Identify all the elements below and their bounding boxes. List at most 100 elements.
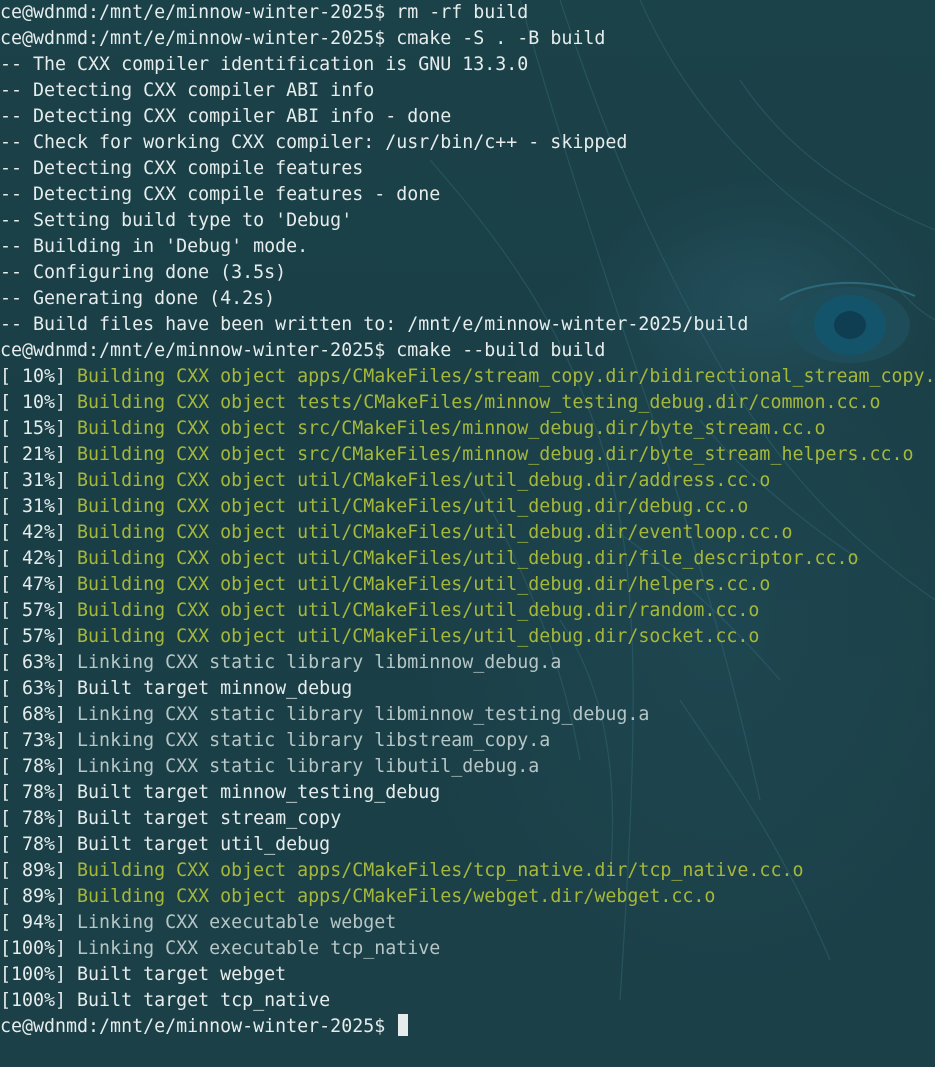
output-text: -- Build files have been written to: /mn… <box>0 314 749 335</box>
terminal-line: [ 68%] Linking CXX static library libmin… <box>0 702 935 728</box>
terminal-line: [ 89%] Building CXX object apps/CMakeFil… <box>0 858 935 884</box>
output-text: Building CXX object apps/CMakeFiles/webg… <box>77 886 716 907</box>
progress-prefix: [ 94%] <box>0 912 78 933</box>
progress-prefix: [ 78%] <box>0 782 78 803</box>
terminal-line: ce@wdnmd:/mnt/e/minnow-winter-2025$ cmak… <box>0 26 935 52</box>
output-text: Built target minnow_testing_debug <box>77 782 441 803</box>
output-text: Building CXX object util/CMakeFiles/util… <box>77 574 771 595</box>
progress-prefix: [ 78%] <box>0 834 78 855</box>
terminal-line: [ 73%] Linking CXX static library libstr… <box>0 728 935 754</box>
progress-prefix: [ 57%] <box>0 600 78 621</box>
terminal-line: [ 89%] Building CXX object apps/CMakeFil… <box>0 884 935 910</box>
output-text: -- Generating done (4.2s) <box>0 288 276 309</box>
output-text: Built target minnow_debug <box>77 678 353 699</box>
terminal-line: [ 10%] Building CXX object apps/CMakeFil… <box>0 364 935 390</box>
progress-prefix: [ 47%] <box>0 574 78 595</box>
terminal-line: -- Check for working CXX compiler: /usr/… <box>0 130 935 156</box>
terminal-line: [ 42%] Building CXX object util/CMakeFil… <box>0 546 935 572</box>
shell-prompt: ce@wdnmd:/mnt/e/minnow-winter-2025$ <box>0 340 397 361</box>
terminal-window[interactable]: ce@wdnmd:/mnt/e/minnow-winter-2025$ rm -… <box>0 0 935 1067</box>
progress-prefix: [ 73%] <box>0 730 78 751</box>
output-text: Linking CXX static library libstream_cop… <box>77 730 551 751</box>
terminal-line: [ 47%] Building CXX object util/CMakeFil… <box>0 572 935 598</box>
terminal-line: [ 63%] Linking CXX static library libmin… <box>0 650 935 676</box>
progress-prefix: [ 31%] <box>0 496 78 517</box>
progress-prefix: [ 89%] <box>0 860 78 881</box>
text-cursor <box>398 1014 409 1036</box>
terminal-line: [ 78%] Built target util_debug <box>0 832 935 858</box>
progress-prefix: [ 31%] <box>0 470 78 491</box>
output-text: -- Detecting CXX compiler ABI info <box>0 80 375 101</box>
terminal-line: -- Detecting CXX compile features <box>0 156 935 182</box>
shell-prompt: ce@wdnmd:/mnt/e/minnow-winter-2025$ <box>0 2 397 23</box>
progress-prefix: [ 10%] <box>0 392 78 413</box>
output-text: Building CXX object util/CMakeFiles/util… <box>77 626 760 647</box>
progress-prefix: [ 68%] <box>0 704 78 725</box>
terminal-line: [ 31%] Building CXX object util/CMakeFil… <box>0 468 935 494</box>
terminal-line: [ 10%] Building CXX object tests/CMakeFi… <box>0 390 935 416</box>
terminal-line: -- Configuring done (3.5s) <box>0 260 935 286</box>
output-text: -- Setting build type to 'Debug' <box>0 210 353 231</box>
output-text: Built target webget <box>77 964 287 985</box>
output-text: -- The CXX compiler identification is GN… <box>0 54 529 75</box>
progress-prefix: [ 57%] <box>0 626 78 647</box>
terminal-output[interactable]: ce@wdnmd:/mnt/e/minnow-winter-2025$ rm -… <box>0 0 935 1040</box>
progress-prefix: [ 78%] <box>0 756 78 777</box>
progress-prefix: [ 42%] <box>0 548 78 569</box>
output-text: Building CXX object apps/CMakeFiles/stre… <box>77 366 935 387</box>
output-text: Built target stream_copy <box>77 808 342 829</box>
output-text: -- Detecting CXX compiler ABI info - don… <box>0 106 452 127</box>
output-text: Linking CXX executable tcp_native <box>77 938 441 959</box>
output-text: Built target tcp_native <box>77 990 331 1011</box>
terminal-line: ce@wdnmd:/mnt/e/minnow-winter-2025$ <box>0 1014 935 1040</box>
terminal-line: [ 57%] Building CXX object util/CMakeFil… <box>0 624 935 650</box>
terminal-line: [ 42%] Building CXX object util/CMakeFil… <box>0 520 935 546</box>
progress-prefix: [ 15%] <box>0 418 78 439</box>
terminal-line: [ 78%] Built target stream_copy <box>0 806 935 832</box>
output-text: -- Check for working CXX compiler: /usr/… <box>0 132 628 153</box>
output-text: Building CXX object apps/CMakeFiles/tcp_… <box>77 860 804 881</box>
terminal-line: -- Generating done (4.2s) <box>0 286 935 312</box>
output-text: Building CXX object util/CMakeFiles/util… <box>77 522 793 543</box>
progress-prefix: [ 21%] <box>0 444 78 465</box>
output-text: Building CXX object util/CMakeFiles/util… <box>77 600 760 621</box>
terminal-line: -- Building in 'Debug' mode. <box>0 234 935 260</box>
progress-prefix: [ 10%] <box>0 366 78 387</box>
output-text: Building CXX object util/CMakeFiles/util… <box>77 470 771 491</box>
terminal-line: [ 57%] Building CXX object util/CMakeFil… <box>0 598 935 624</box>
progress-prefix: [ 63%] <box>0 678 78 699</box>
shell-prompt: ce@wdnmd:/mnt/e/minnow-winter-2025$ <box>0 28 397 49</box>
progress-prefix: [100%] <box>0 964 78 985</box>
terminal-line: ce@wdnmd:/mnt/e/minnow-winter-2025$ cmak… <box>0 338 935 364</box>
terminal-line: [100%] Linking CXX executable tcp_native <box>0 936 935 962</box>
output-text: Linking CXX static library libminnow_tes… <box>77 704 650 725</box>
progress-prefix: [ 63%] <box>0 652 78 673</box>
output-text: -- Detecting CXX compile features <box>0 158 364 179</box>
progress-prefix: [ 42%] <box>0 522 78 543</box>
terminal-line: -- Build files have been written to: /mn… <box>0 312 935 338</box>
terminal-line: [100%] Built target webget <box>0 962 935 988</box>
terminal-line: -- Detecting CXX compile features - done <box>0 182 935 208</box>
progress-prefix: [ 78%] <box>0 808 78 829</box>
terminal-line: [ 63%] Built target minnow_debug <box>0 676 935 702</box>
progress-prefix: [100%] <box>0 990 78 1011</box>
output-text: -- Detecting CXX compile features - done <box>0 184 441 205</box>
output-text: Linking CXX static library libminnow_deb… <box>77 652 562 673</box>
shell-prompt: ce@wdnmd:/mnt/e/minnow-winter-2025$ <box>0 1016 397 1037</box>
output-text: Building CXX object tests/CMakeFiles/min… <box>77 392 881 413</box>
output-text: Built target util_debug <box>77 834 331 855</box>
output-text: Building CXX object util/CMakeFiles/util… <box>77 548 859 569</box>
terminal-line: -- Detecting CXX compiler ABI info - don… <box>0 104 935 130</box>
output-text: Linking CXX static library libutil_debug… <box>77 756 540 777</box>
terminal-line: [ 21%] Building CXX object src/CMakeFile… <box>0 442 935 468</box>
progress-prefix: [ 89%] <box>0 886 78 907</box>
terminal-line: [ 78%] Built target minnow_testing_debug <box>0 780 935 806</box>
terminal-line: [ 78%] Linking CXX static library libuti… <box>0 754 935 780</box>
terminal-line: [ 94%] Linking CXX executable webget <box>0 910 935 936</box>
terminal-line: [100%] Built target tcp_native <box>0 988 935 1014</box>
terminal-line: -- Setting build type to 'Debug' <box>0 208 935 234</box>
progress-prefix: [100%] <box>0 938 78 959</box>
output-text: -- Building in 'Debug' mode. <box>0 236 309 257</box>
terminal-line: -- Detecting CXX compiler ABI info <box>0 78 935 104</box>
terminal-line: [ 31%] Building CXX object util/CMakeFil… <box>0 494 935 520</box>
